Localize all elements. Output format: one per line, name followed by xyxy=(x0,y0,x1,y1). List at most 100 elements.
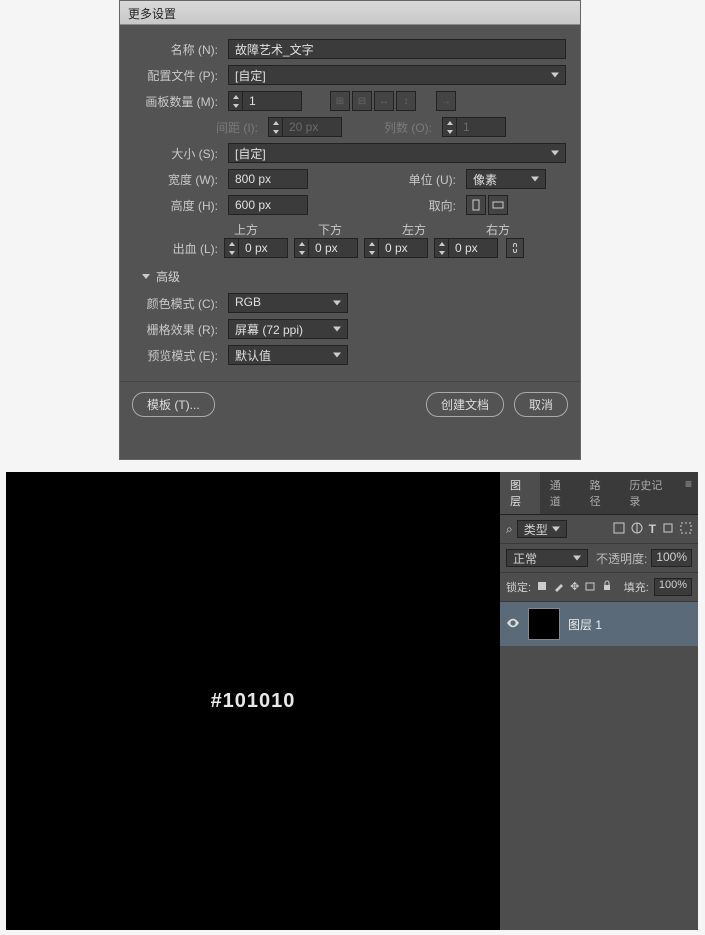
cols-input xyxy=(456,117,506,137)
dialog-footer: 模板 (T)... 创建文档 取消 xyxy=(120,381,580,427)
orient-portrait-icon[interactable] xyxy=(466,195,486,215)
size-select[interactable]: [自定] xyxy=(228,143,566,163)
spacing-input xyxy=(282,117,342,137)
chevron-down-icon xyxy=(551,151,559,156)
dialog-title: 更多设置 xyxy=(120,1,580,25)
profile-select[interactable]: [自定] xyxy=(228,65,566,85)
units-select[interactable]: 像素 xyxy=(466,169,546,189)
size-value: [自定] xyxy=(235,145,266,162)
profile-label: 配置文件 (P): xyxy=(134,67,224,84)
height-input[interactable] xyxy=(228,195,308,215)
cols-spinner xyxy=(442,117,506,137)
visibility-eye-icon[interactable] xyxy=(506,617,520,632)
bleed-top-input[interactable] xyxy=(238,238,288,258)
lock-artboard-icon[interactable] xyxy=(584,580,596,595)
artboard-arrange-group: ⊞ ⊟ ↔ ↕ xyxy=(330,91,416,111)
bleed-bottom-field[interactable] xyxy=(294,238,358,258)
filter-adjust-icon[interactable] xyxy=(631,522,643,537)
tab-channels[interactable]: 通道 xyxy=(540,472,580,514)
colormode-label: 颜色模式 (C): xyxy=(134,295,224,312)
new-document-dialog: 更多设置 名称 (N): 配置文件 (P): [自定] 画板数量 (M): ⊞ … xyxy=(119,0,581,460)
preview-select[interactable]: 默认值 xyxy=(228,345,348,365)
bleed-left-input[interactable] xyxy=(378,238,428,258)
name-input[interactable] xyxy=(228,39,566,59)
panels: 图层 通道 路径 历史记录 ≡ ⌕ 类型 T 正常 xyxy=(500,472,698,930)
height-label: 高度 (H): xyxy=(134,197,224,214)
orient-label: 取向: xyxy=(312,197,462,214)
bleed-top-field[interactable] xyxy=(224,238,288,258)
bleed-top-label: 上方 xyxy=(234,221,258,238)
canvas[interactable]: #101010 xyxy=(6,472,500,930)
tab-history[interactable]: 历史记录 xyxy=(619,472,679,514)
lock-brush-icon[interactable] xyxy=(553,580,565,595)
filter-shape-icon[interactable] xyxy=(662,522,674,537)
search-icon[interactable]: ⌕ xyxy=(506,522,513,537)
chevron-down-icon xyxy=(573,556,581,561)
bleed-right-input[interactable] xyxy=(448,238,498,258)
bleed-left-field[interactable] xyxy=(364,238,428,258)
raster-label: 栅格效果 (R): xyxy=(134,321,224,338)
arrange-grid-row-icon[interactable]: ⊞ xyxy=(330,91,350,111)
chevron-down-icon xyxy=(333,301,341,306)
raster-value: 屏幕 (72 ppi) xyxy=(235,323,303,337)
colormode-value: RGB xyxy=(235,295,261,309)
units-value: 像素 xyxy=(473,173,497,187)
lock-label: 锁定: xyxy=(506,579,531,595)
bleed-right-field[interactable] xyxy=(434,238,498,258)
tab-layers[interactable]: 图层 xyxy=(500,472,540,514)
arrange-grid-col-icon[interactable]: ⊟ xyxy=(352,91,372,111)
chevron-down-icon xyxy=(333,353,341,358)
blend-row: 正常 不透明度: 100% xyxy=(500,544,698,573)
arrange-rtl-icon[interactable]: → xyxy=(436,91,456,111)
opacity-label: 不透明度: xyxy=(596,550,647,567)
bleed-label: 出血 (L): xyxy=(134,240,224,257)
colormode-select[interactable]: RGB xyxy=(228,293,348,313)
width-input[interactable] xyxy=(228,169,308,189)
size-label: 大小 (S): xyxy=(134,145,224,162)
bleed-link-icon[interactable] xyxy=(506,238,524,258)
blend-mode-select[interactable]: 正常 xyxy=(506,549,588,567)
create-document-button[interactable]: 创建文档 xyxy=(426,392,504,417)
layer-name[interactable]: 图层 1 xyxy=(568,616,602,633)
caret-up-icon xyxy=(233,95,239,99)
templates-button[interactable]: 模板 (T)... xyxy=(132,392,215,417)
name-label: 名称 (N): xyxy=(134,41,224,58)
units-label: 单位 (U): xyxy=(312,171,462,188)
tab-paths[interactable]: 路径 xyxy=(580,472,620,514)
advanced-disclosure[interactable]: 高级 xyxy=(142,268,566,285)
artboards-spinner[interactable] xyxy=(228,91,302,111)
orient-landscape-icon[interactable] xyxy=(488,195,508,215)
artboards-label: 画板数量 (M): xyxy=(134,93,224,110)
filter-kind-select[interactable]: 类型 xyxy=(517,520,567,538)
chevron-down-icon xyxy=(551,73,559,78)
panel-menu-icon[interactable]: ≡ xyxy=(679,472,698,514)
fill-input[interactable]: 100% xyxy=(654,578,692,596)
bleed-bottom-label: 下方 xyxy=(318,221,342,238)
layer-filter-row: ⌕ 类型 T xyxy=(500,515,698,544)
blend-mode-value: 正常 xyxy=(513,552,537,566)
advanced-label: 高级 xyxy=(156,268,180,285)
panel-tabs: 图层 通道 路径 历史记录 ≡ xyxy=(500,472,698,515)
lock-position-icon[interactable]: ✥ xyxy=(570,580,579,595)
cancel-button[interactable]: 取消 xyxy=(514,392,568,417)
width-label: 宽度 (W): xyxy=(134,171,224,188)
layer-thumbnail[interactable] xyxy=(528,608,560,640)
spacing-label: 间距 (I): xyxy=(134,119,264,136)
filter-smart-icon[interactable] xyxy=(680,522,692,537)
preview-label: 预览模式 (E): xyxy=(134,347,224,364)
arrange-row-icon[interactable]: ↔ xyxy=(374,91,394,111)
opacity-input[interactable]: 100% xyxy=(651,549,692,567)
bleed-bottom-input[interactable] xyxy=(308,238,358,258)
raster-select[interactable]: 屏幕 (72 ppi) xyxy=(228,319,348,339)
layer-item[interactable]: 图层 1 xyxy=(500,602,698,646)
cols-label: 列数 (O): xyxy=(346,119,438,136)
chevron-down-icon xyxy=(142,274,150,279)
filter-type-icon[interactable]: T xyxy=(649,522,656,537)
spacing-spinner xyxy=(268,117,342,137)
arrange-col-icon[interactable]: ↕ xyxy=(396,91,416,111)
filter-pixel-icon[interactable] xyxy=(613,522,625,537)
lock-pixels-icon[interactable] xyxy=(536,580,548,595)
lock-all-icon[interactable] xyxy=(601,580,613,595)
fill-label: 填充: xyxy=(624,579,649,595)
artboards-input[interactable] xyxy=(242,91,302,111)
